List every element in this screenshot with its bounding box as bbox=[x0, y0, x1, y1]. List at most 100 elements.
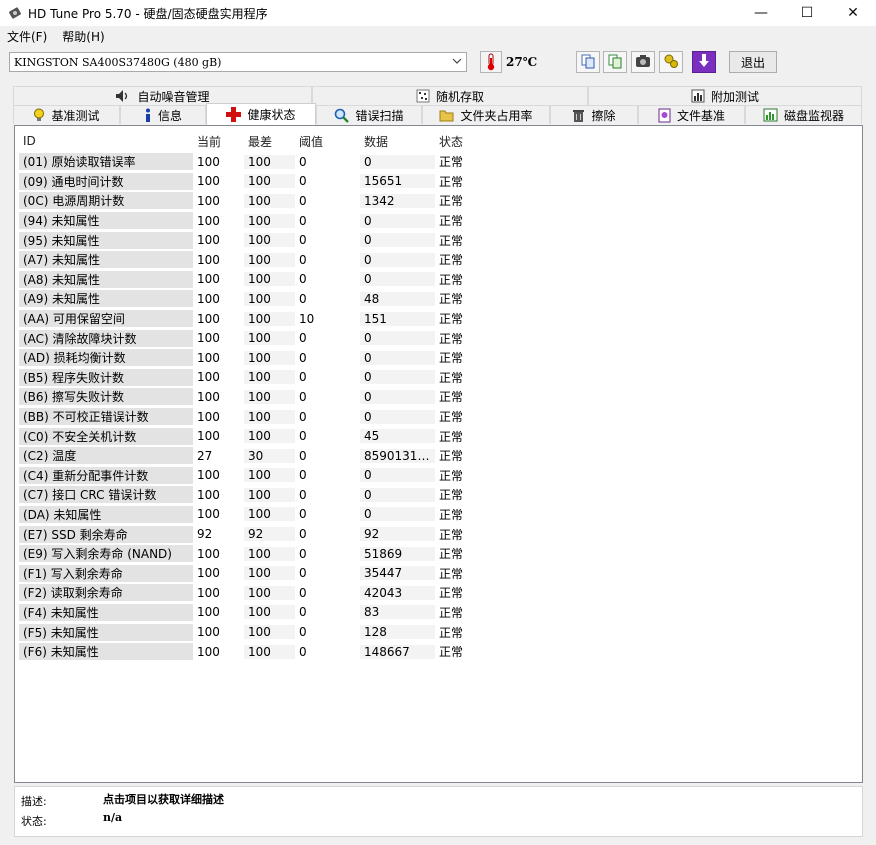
tab-disk-monitor[interactable]: 磁盘监视器 bbox=[745, 105, 862, 124]
status-label: 状态: bbox=[21, 815, 47, 828]
cell-data: 42043 bbox=[360, 585, 435, 600]
maximize-button[interactable]: ☐ bbox=[784, 0, 830, 26]
copy-info-button[interactable] bbox=[576, 51, 600, 73]
smart-table-panel[interactable]: ID 当前 最差 阈值 数据 状态 (01) 原始读取错误率 100 100 0 0 正常… bbox=[14, 125, 863, 783]
menu-help[interactable]: 帮助(H) bbox=[55, 28, 112, 45]
cell-threshold: 0 bbox=[299, 585, 307, 600]
cell-status: 正常 bbox=[439, 488, 464, 503]
table-row[interactable]: (B6) 擦写失败计数 100 100 0 0 正常 bbox=[19, 387, 495, 407]
cell-status: 正常 bbox=[439, 547, 464, 562]
table-row[interactable]: (E7) SSD 剩余寿命 92 92 0 92 正常 bbox=[19, 524, 495, 544]
minimize-button[interactable]: — bbox=[738, 0, 784, 26]
table-row[interactable]: (01) 原始读取错误率 100 100 0 0 正常 bbox=[19, 152, 495, 172]
cell-current: 100 bbox=[197, 331, 220, 346]
extra-tests-icon bbox=[691, 89, 705, 103]
cell-status: 正常 bbox=[439, 429, 464, 444]
drive-select[interactable]: KINGSTON SA400S37480G (480 gB) bbox=[9, 52, 467, 72]
table-row[interactable]: (C4) 重新分配事件计数 100 100 0 0 正常 bbox=[19, 466, 495, 486]
menu-file[interactable]: 文件(F) bbox=[0, 28, 55, 45]
cell-id: (C2) 温度 bbox=[19, 447, 193, 465]
tab-row-bottom: 基准测试 信息 健康状态 错误扫描 文件夹占用率 擦除 文件基准 磁盘监视器 bbox=[13, 103, 862, 125]
table-row[interactable]: (F2) 读取剩余寿命 100 100 0 42043 正常 bbox=[19, 583, 495, 603]
cell-data: 1342 bbox=[360, 193, 435, 208]
cell-data: 148667 bbox=[360, 644, 435, 659]
tab-file-benchmark[interactable]: 文件基准 bbox=[638, 105, 745, 124]
column-header-data[interactable]: 数据 bbox=[360, 133, 435, 150]
table-row[interactable]: (AA) 可用保留空间 100 100 10 151 正常 bbox=[19, 309, 495, 329]
tab-health[interactable]: 健康状态 bbox=[206, 103, 316, 125]
cell-current: 100 bbox=[197, 429, 220, 444]
tab-error-scan[interactable]: 错误扫描 bbox=[316, 105, 422, 124]
cell-status: 正常 bbox=[439, 155, 464, 170]
table-row[interactable]: (C2) 温度 27 30 0 85901312... 正常 bbox=[19, 446, 495, 466]
red-cross-icon bbox=[226, 107, 242, 122]
table-row[interactable]: (F6) 未知属性 100 100 0 148667 正常 bbox=[19, 642, 495, 662]
cell-status: 正常 bbox=[439, 410, 464, 425]
cell-data: 0 bbox=[360, 350, 435, 365]
save-button[interactable] bbox=[692, 51, 716, 73]
column-header-threshold[interactable]: 阈值 bbox=[295, 133, 360, 150]
table-row[interactable]: (B5) 程序失败计数 100 100 0 0 正常 bbox=[19, 368, 495, 388]
table-row[interactable]: (BB) 不可校正错误计数 100 100 0 0 正常 bbox=[19, 407, 495, 427]
exit-button[interactable]: 退出 bbox=[729, 51, 777, 73]
column-header-worst[interactable]: 最差 bbox=[244, 133, 295, 150]
copy-screen-button[interactable] bbox=[603, 51, 627, 73]
cell-status: 正常 bbox=[439, 507, 464, 522]
cell-status: 正常 bbox=[439, 566, 464, 581]
thermometer-icon bbox=[480, 51, 502, 73]
cell-worst: 100 bbox=[244, 272, 295, 287]
tab-label: 附加测试 bbox=[710, 89, 759, 104]
table-row[interactable]: (0C) 电源周期计数 100 100 0 1342 正常 bbox=[19, 191, 495, 211]
cell-threshold: 0 bbox=[299, 272, 307, 287]
lightbulb-icon bbox=[33, 108, 45, 123]
column-header-id[interactable]: ID bbox=[19, 134, 193, 148]
info-icon bbox=[144, 108, 152, 123]
table-row[interactable]: (A8) 未知属性 100 100 0 0 正常 bbox=[19, 270, 495, 290]
cell-status: 正常 bbox=[439, 605, 464, 620]
table-row[interactable]: (E9) 写入剩余寿命 (NAND) 100 100 0 51869 正常 bbox=[19, 544, 495, 564]
cell-current: 100 bbox=[197, 566, 220, 581]
cell-data: 15651 bbox=[360, 174, 435, 189]
table-row[interactable]: (F1) 写入剩余寿命 100 100 0 35447 正常 bbox=[19, 563, 495, 583]
table-row[interactable]: (F4) 未知属性 100 100 0 83 正常 bbox=[19, 603, 495, 623]
tab-info[interactable]: 信息 bbox=[120, 105, 206, 124]
tab-label: 基准测试 bbox=[51, 108, 100, 123]
speaker-icon bbox=[115, 89, 131, 103]
chevron-down-icon bbox=[452, 56, 462, 69]
tab-folder-usage[interactable]: 文件夹占用率 bbox=[422, 105, 550, 124]
tab-random-access[interactable]: 随机存取 bbox=[312, 86, 588, 105]
screenshot-button[interactable] bbox=[631, 51, 655, 73]
cell-threshold: 0 bbox=[299, 644, 307, 659]
cell-current: 100 bbox=[197, 291, 220, 306]
tab-benchmark[interactable]: 基准测试 bbox=[13, 105, 120, 124]
tab-label: 错误扫描 bbox=[355, 108, 404, 123]
cell-status: 正常 bbox=[439, 370, 464, 385]
table-row[interactable]: (95) 未知属性 100 100 0 0 正常 bbox=[19, 230, 495, 250]
close-button[interactable]: ✕ bbox=[830, 0, 876, 26]
table-row[interactable]: (C7) 接口 CRC 错误计数 100 100 0 0 正常 bbox=[19, 485, 495, 505]
tab-extra-tests[interactable]: 附加测试 bbox=[588, 86, 862, 105]
table-row[interactable]: (C0) 不安全关机计数 100 100 0 45 正常 bbox=[19, 426, 495, 446]
cell-current: 100 bbox=[197, 585, 220, 600]
table-row[interactable]: (AC) 清除故障块计数 100 100 0 0 正常 bbox=[19, 328, 495, 348]
temperature-value: 27℃ bbox=[506, 55, 538, 69]
options-button[interactable] bbox=[659, 51, 683, 73]
cell-id: (AA) 可用保留空间 bbox=[19, 310, 193, 328]
column-header-current[interactable]: 当前 bbox=[193, 133, 244, 150]
cell-status: 正常 bbox=[439, 194, 464, 209]
cell-status: 正常 bbox=[439, 351, 464, 366]
table-row[interactable]: (94) 未知属性 100 100 0 0 正常 bbox=[19, 211, 495, 231]
column-header-status[interactable]: 状态 bbox=[435, 133, 495, 150]
tab-label: 文件夹占用率 bbox=[460, 108, 533, 123]
table-row[interactable]: (DA) 未知属性 100 100 0 0 正常 bbox=[19, 505, 495, 525]
table-row[interactable]: (AD) 损耗均衡计数 100 100 0 0 正常 bbox=[19, 348, 495, 368]
tab-label: 健康状态 bbox=[247, 108, 296, 122]
cell-id: (E7) SSD 剩余寿命 bbox=[19, 525, 193, 543]
table-row[interactable]: (09) 通电时间计数 100 100 0 15651 正常 bbox=[19, 172, 495, 192]
cell-id: (DA) 未知属性 bbox=[19, 505, 193, 523]
table-row[interactable]: (F5) 未知属性 100 100 0 128 正常 bbox=[19, 622, 495, 642]
cell-data: 51869 bbox=[360, 546, 435, 561]
tab-erase[interactable]: 擦除 bbox=[550, 105, 638, 124]
table-row[interactable]: (A9) 未知属性 100 100 0 48 正常 bbox=[19, 289, 495, 309]
table-row[interactable]: (A7) 未知属性 100 100 0 0 正常 bbox=[19, 250, 495, 270]
